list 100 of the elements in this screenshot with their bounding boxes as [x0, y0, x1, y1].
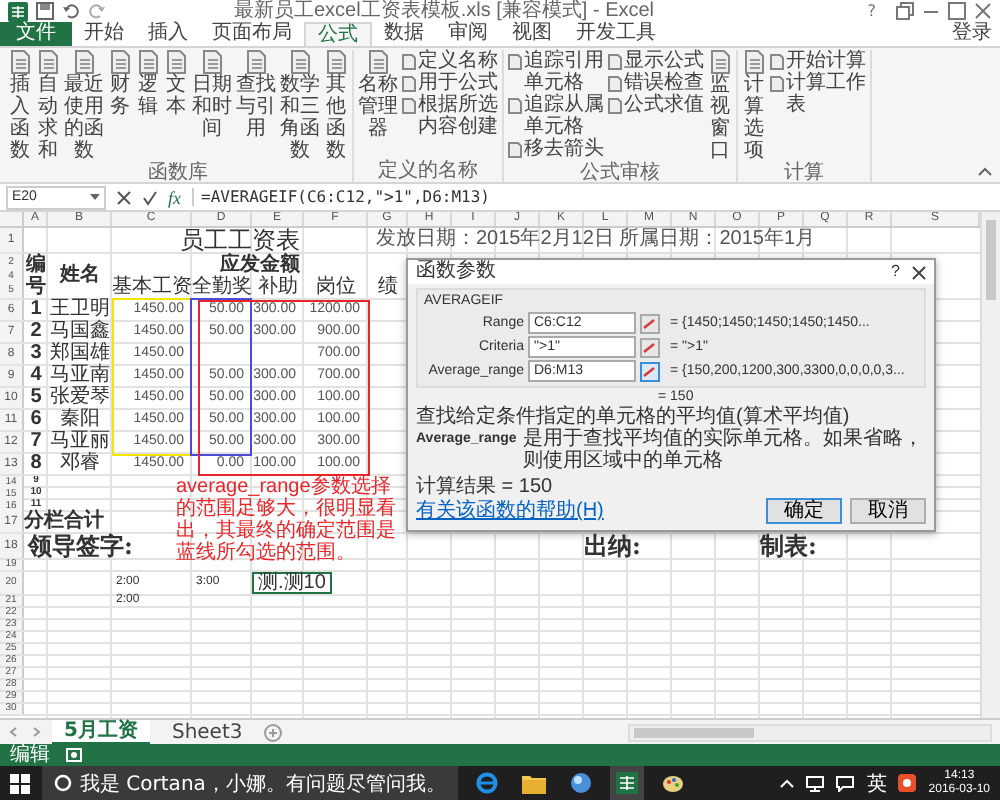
maximize-icon[interactable] — [948, 2, 966, 20]
message-icon[interactable] — [836, 775, 855, 791]
ribbon-button[interactable]: 数学和三角函数 — [280, 50, 320, 162]
ribbon-button[interactable]: 日期和时间 — [192, 50, 232, 140]
document-icon — [508, 98, 522, 114]
group-label: 公式审核 — [578, 162, 662, 184]
vertical-scrollbar[interactable] — [980, 212, 1000, 718]
ribbon-button[interactable]: 插入函数 — [8, 50, 32, 162]
collapse-dialog-icon[interactable] — [640, 337, 660, 357]
ribbon-button[interactable]: 监视窗口 — [708, 50, 732, 162]
ribbon-button[interactable]: 显示公式 — [608, 50, 704, 72]
save-icon[interactable] — [36, 2, 54, 20]
table-cell-text: 4 — [28, 366, 44, 386]
spreadsheet-icon[interactable] — [615, 772, 638, 794]
browser-icon[interactable] — [475, 772, 498, 794]
group-label: 函数库 — [146, 162, 210, 184]
app-tray-icon[interactable] — [898, 774, 917, 792]
table-cell: 王卫明 — [48, 300, 112, 320]
globe-icon[interactable] — [569, 772, 592, 794]
formula-input[interactable]: =AVERAGEIF(C6:C12,">1",D6:M13) — [191, 188, 994, 206]
help-button[interactable]: ? — [891, 260, 900, 284]
date-info: 发放日期：2015年2月12日 所属日期：2015年1月 — [374, 228, 818, 252]
insert-function-button[interactable]: fx — [168, 187, 181, 207]
scroll-right-icon[interactable] — [30, 726, 42, 738]
column-group-title: 应发金额 — [218, 254, 302, 275]
paint-icon[interactable] — [661, 772, 684, 794]
enter-icon[interactable] — [142, 189, 158, 205]
macro-record-icon[interactable] — [66, 748, 82, 762]
help-button[interactable]: ? — [867, 2, 876, 20]
horizontal-scrollbar[interactable] — [628, 723, 992, 741]
calculation-result: 计算结果 = 150 — [416, 476, 555, 498]
caret-icon — [90, 194, 100, 200]
table-cell[interactable]: 测.测10 — [252, 572, 332, 594]
table-cell-text: 秦阳 — [58, 410, 102, 430]
ribbon-button[interactable]: 查找与引用 — [236, 50, 276, 140]
sheet-tab[interactable]: 5月工资 — [52, 719, 150, 745]
table-cell: 张爱琴 — [48, 388, 112, 408]
table-cell-text: 8 — [28, 454, 44, 474]
ribbon-tab[interactable]: 公式 — [304, 22, 372, 46]
table-cell-text: 6 — [28, 410, 44, 430]
network-icon[interactable] — [806, 775, 825, 791]
input-method-indicator[interactable]: 英 — [866, 769, 887, 797]
circle-icon — [54, 774, 72, 792]
ribbon-button[interactable]: 错误检查 — [608, 72, 704, 94]
status-text: 编辑 — [10, 744, 50, 766]
ribbon-button[interactable]: 根据所选内容创建 — [402, 94, 498, 138]
ribbon-button[interactable]: 逻辑 — [136, 50, 160, 118]
add-sheet-icon[interactable] — [264, 723, 283, 741]
ribbon-button[interactable]: 名称管理器 — [358, 50, 398, 140]
table-cell: 马亚丽 — [48, 432, 112, 452]
ribbon-button[interactable]: 财务 — [108, 50, 132, 118]
ribbon-button[interactable]: 定义名称 — [402, 50, 498, 72]
ribbon-button[interactable]: 文本 — [164, 50, 188, 118]
ribbon-button[interactable]: 自动求和 — [36, 50, 60, 162]
chevron-up-icon[interactable] — [780, 778, 795, 788]
ribbon-button[interactable]: 追踪引用单元格 — [508, 50, 604, 94]
table-cell-text: 2 — [28, 322, 44, 342]
signature-label: 制表: — [760, 534, 817, 558]
close-icon[interactable] — [912, 265, 926, 279]
table-cell: 马国鑫 — [48, 322, 112, 342]
ribbon-button[interactable]: 移去箭头 — [508, 138, 604, 160]
ribbon-button[interactable]: 其他函数 — [324, 50, 348, 162]
table-cell-text: 3 — [28, 344, 44, 364]
folder-icon[interactable] — [521, 773, 546, 793]
ribbon-tab[interactable]: 开发工具 — [564, 22, 668, 46]
ribbon-button[interactable]: 用于公式 — [402, 72, 498, 94]
ribbon-button[interactable]: 计算选项 — [742, 50, 766, 162]
ribbon-tab[interactable]: 开始 — [72, 22, 136, 46]
collapse-icon[interactable] — [978, 166, 992, 176]
column-title: 岗位 — [314, 276, 358, 298]
cancel-button[interactable]: 取消 — [850, 498, 926, 524]
ribbon-button[interactable]: 计算工作表 — [770, 72, 866, 116]
collapse-dialog-icon[interactable] — [640, 361, 660, 381]
sheet-tab[interactable]: Sheet3 — [159, 721, 255, 743]
windows-start-icon[interactable] — [10, 773, 30, 793]
ribbon-tab[interactable]: 页面布局 — [200, 22, 304, 46]
cancel-icon[interactable] — [116, 189, 132, 205]
ribbon-tab[interactable]: 文件 — [0, 22, 72, 46]
table-cell-text: 1 — [28, 300, 44, 320]
column-title: 补助 — [256, 276, 300, 298]
ribbon-tab[interactable]: 审阅 — [436, 22, 500, 46]
ribbon-tab[interactable]: 数据 — [372, 22, 436, 46]
ribbon-button[interactable]: 公式求值 — [608, 94, 704, 116]
ok-button[interactable]: 确定 — [766, 498, 842, 524]
ribbon-button[interactable]: 开始计算 — [770, 50, 866, 72]
search-field[interactable]: 我是 Cortana，小娜。有问题尽管问我。 — [42, 766, 458, 800]
ribbon-button[interactable]: 追踪从属单元格 — [508, 94, 604, 138]
ribbon-tab[interactable]: 插入 — [136, 22, 200, 46]
total-label: 分栏合计 — [24, 512, 106, 532]
undo-icon[interactable] — [62, 2, 80, 20]
sign-in-link[interactable]: 登录 — [944, 22, 1000, 46]
collapse-dialog-icon[interactable] — [640, 313, 660, 333]
ribbon-tab[interactable]: 视图 — [500, 22, 564, 46]
scroll-left-icon[interactable] — [8, 726, 20, 738]
close-icon[interactable] — [974, 2, 992, 20]
dialog-title: 函数参数 — [416, 260, 496, 284]
table-cell-text: 7 — [28, 432, 44, 452]
ribbon-button[interactable]: 最近使用的函数 — [64, 50, 104, 162]
help-link[interactable]: 有关该函数的帮助(H) — [416, 500, 604, 522]
restore-icon[interactable] — [896, 2, 914, 20]
